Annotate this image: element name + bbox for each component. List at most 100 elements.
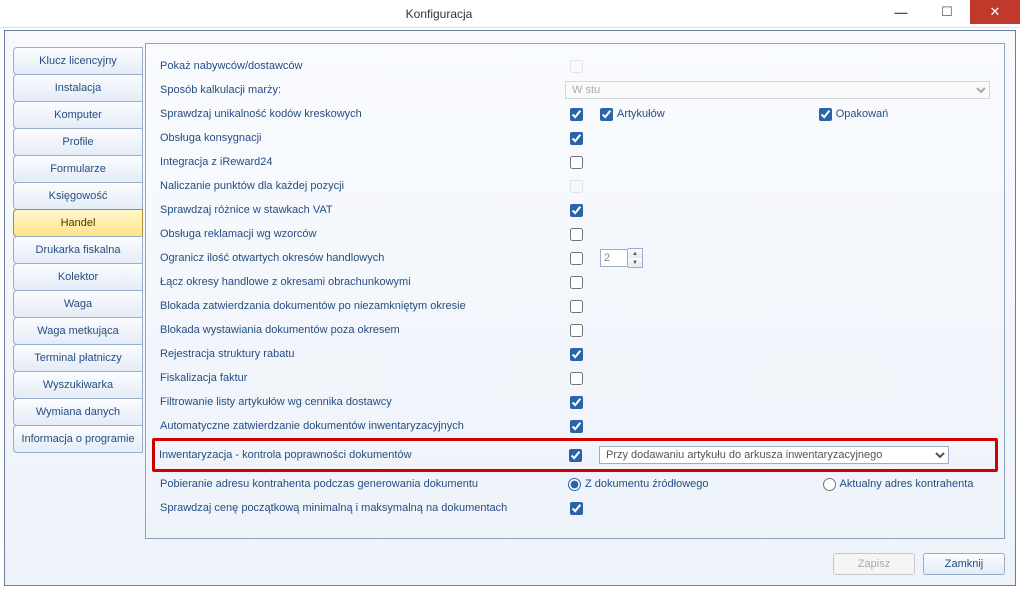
- setting-checkbox[interactable]: [570, 132, 583, 145]
- sidebar-item-8[interactable]: Kolektor: [13, 263, 143, 291]
- extra-check-0[interactable]: Artykułów: [600, 108, 665, 121]
- sidebar-item-5[interactable]: Księgowość: [13, 182, 143, 210]
- setting-select: W stu: [565, 81, 990, 99]
- dialog-buttons: Zapisz Zamknij: [833, 553, 1005, 575]
- minimize-button[interactable]: —: [878, 0, 924, 24]
- setting-checkbox[interactable]: [570, 300, 583, 313]
- extra-check-1[interactable]: Opakowań: [819, 108, 889, 121]
- title-bar: Konfiguracja — ☐ ✕: [0, 0, 1020, 28]
- sidebar-item-14[interactable]: Informacja o programie: [13, 425, 143, 453]
- close-button[interactable]: ✕: [970, 0, 1020, 24]
- extra-checkbox-label: Artykułów: [617, 108, 665, 120]
- setting-label: Obsługa konsygnacji: [160, 132, 570, 144]
- setting-row-1: Sposób kalkulacji marży:W stu: [160, 78, 990, 102]
- setting-checkbox[interactable]: [570, 324, 583, 337]
- setting-checkbox[interactable]: [570, 502, 583, 515]
- setting-extra: W stu: [567, 81, 990, 99]
- setting-main: [570, 502, 600, 515]
- sidebar-item-6[interactable]: Handel: [13, 209, 143, 237]
- setting-extra: Przy dodawaniu artykułu do arkusza inwen…: [599, 446, 991, 464]
- setting-select[interactable]: Przy dodawaniu artykułu do arkusza inwen…: [599, 446, 949, 464]
- setting-label: Pokaż nabywców/dostawców: [160, 60, 570, 72]
- sidebar-item-3[interactable]: Profile: [13, 128, 143, 156]
- setting-main: [569, 449, 599, 462]
- setting-main: [570, 108, 600, 121]
- radio-option-1[interactable]: Aktualny adres kontrahenta: [823, 478, 974, 491]
- config-window: Konfiguracja — ☐ ✕ Klucz licencyjnyInsta…: [0, 0, 1020, 590]
- sidebar-item-10[interactable]: Waga metkująca: [13, 317, 143, 345]
- setting-checkbox[interactable]: [570, 396, 583, 409]
- setting-label: Blokada zatwierdzania dokumentów po niez…: [160, 300, 570, 312]
- setting-row-2: Sprawdzaj unikalność kodów kreskowychArt…: [160, 102, 990, 126]
- setting-extra: Z dokumentu źródłowego Aktualny adres kon…: [568, 478, 990, 491]
- setting-label: Filtrowanie listy artykułów wg cennika d…: [160, 396, 570, 408]
- setting-main: [570, 396, 600, 409]
- setting-row-15: Automatyczne zatwierdzanie dokumentów in…: [160, 414, 990, 438]
- setting-label: Ogranicz ilość otwartych okresów handlow…: [160, 252, 570, 264]
- extra-checkbox-label: Opakowań: [836, 108, 889, 120]
- setting-main: [570, 204, 600, 217]
- setting-checkbox[interactable]: [570, 228, 583, 241]
- setting-label: Pobieranie adresu kontrahenta podczas ge…: [160, 478, 570, 490]
- setting-extra: ▲▼: [600, 248, 990, 268]
- setting-row-10: Blokada zatwierdzania dokumentów po niez…: [160, 294, 990, 318]
- setting-checkbox[interactable]: [570, 276, 583, 289]
- sidebar-item-13[interactable]: Wymiana danych: [13, 398, 143, 426]
- setting-label: Inwentaryzacja - kontrola poprawności do…: [159, 449, 569, 461]
- radio-option-0[interactable]: Z dokumentu źródłowego: [568, 478, 709, 491]
- setting-row-7: Obsługa reklamacji wg wzorców: [160, 222, 990, 246]
- setting-main: [570, 324, 600, 337]
- setting-checkbox[interactable]: [570, 108, 583, 121]
- setting-row-8: Ogranicz ilość otwartych okresów handlow…: [160, 246, 990, 270]
- sidebar-item-9[interactable]: Waga: [13, 290, 143, 318]
- extra-checkbox[interactable]: [600, 108, 613, 121]
- sidebar-item-2[interactable]: Komputer: [13, 101, 143, 129]
- close-dialog-button[interactable]: Zamknij: [923, 553, 1005, 575]
- radio-label: Z dokumentu źródłowego: [585, 478, 709, 490]
- setting-main: [570, 348, 600, 361]
- setting-checkbox[interactable]: [569, 449, 582, 462]
- radio-input[interactable]: [568, 478, 581, 491]
- setting-row-12: Rejestracja struktury rabatu: [160, 342, 990, 366]
- save-button[interactable]: Zapisz: [833, 553, 915, 575]
- setting-label: Łącz okresy handlowe z okresami obrachun…: [160, 276, 570, 288]
- spin-up-icon[interactable]: ▲: [628, 249, 642, 258]
- maximize-button[interactable]: ☐: [924, 0, 970, 24]
- period-spinner[interactable]: ▲▼: [600, 248, 643, 268]
- setting-row-3: Obsługa konsygnacji: [160, 126, 990, 150]
- sidebar-item-7[interactable]: Drukarka fiskalna: [13, 236, 143, 264]
- extra-checkbox[interactable]: [819, 108, 832, 121]
- setting-label: Automatyczne zatwierdzanie dokumentów in…: [160, 420, 570, 432]
- sidebar-item-12[interactable]: Wyszukiwarka: [13, 371, 143, 399]
- sidebar-item-0[interactable]: Klucz licencyjny: [13, 47, 143, 75]
- setting-checkbox[interactable]: [570, 372, 583, 385]
- setting-label: Rejestracja struktury rabatu: [160, 348, 570, 360]
- setting-checkbox[interactable]: [570, 348, 583, 361]
- sidebar-item-11[interactable]: Terminal płatniczy: [13, 344, 143, 372]
- setting-main: [570, 228, 600, 241]
- setting-row-0: Pokaż nabywców/dostawców: [160, 54, 990, 78]
- setting-checkbox[interactable]: [570, 204, 583, 217]
- setting-main: [570, 60, 600, 73]
- sidebar-item-4[interactable]: Formularze: [13, 155, 143, 183]
- setting-main: [570, 420, 600, 433]
- setting-row-11: Blokada wystawiania dokumentów poza okre…: [160, 318, 990, 342]
- setting-checkbox[interactable]: [570, 156, 583, 169]
- setting-checkbox[interactable]: [570, 420, 583, 433]
- spin-down-icon[interactable]: ▼: [628, 258, 642, 267]
- window-title: Konfiguracja: [0, 7, 878, 21]
- client-area: Klucz licencyjnyInstalacjaKomputerProfil…: [4, 30, 1016, 586]
- setting-main: [570, 276, 600, 289]
- radio-input[interactable]: [823, 478, 836, 491]
- setting-checkbox: [570, 180, 583, 193]
- config-sidebar: Klucz licencyjnyInstalacjaKomputerProfil…: [13, 47, 143, 452]
- radio-label: Aktualny adres kontrahenta: [840, 478, 974, 490]
- sidebar-item-1[interactable]: Instalacja: [13, 74, 143, 102]
- setting-main: [570, 300, 600, 313]
- setting-checkbox[interactable]: [570, 252, 583, 265]
- setting-label: Blokada wystawiania dokumentów poza okre…: [160, 324, 570, 336]
- setting-row-4: Integracja z iReward24: [160, 150, 990, 174]
- setting-main: [570, 132, 600, 145]
- setting-main: [570, 372, 600, 385]
- setting-label: Naliczanie punktów dla każdej pozycji: [160, 180, 570, 192]
